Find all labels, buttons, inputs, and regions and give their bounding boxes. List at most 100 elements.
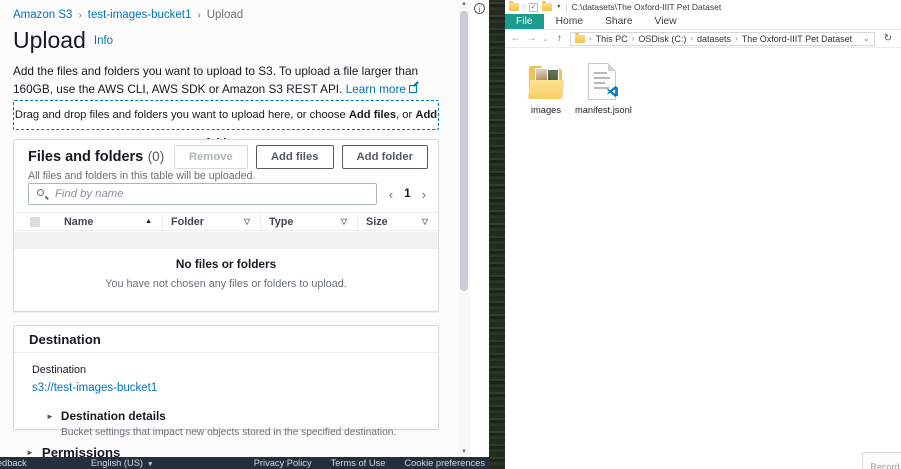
file-explorer-window: | ✓ ▼ | C:\datasets\The Oxford-IIIT Pet … [505,0,901,469]
caret-right-icon: ► [26,448,34,457]
tab-view[interactable]: View [645,14,687,29]
permissions-label: Permissions [42,445,120,457]
window-folder-icon [509,3,519,11]
ribbon-tabs: File Home Share View [505,14,901,30]
feedback-link[interactable]: Feedback [0,458,27,468]
console-footer: Feedback English (US)▼ Privacy Policy Te… [0,457,490,469]
folder-icon [519,56,573,100]
scroll-up-arrow[interactable]: ▲ [458,1,470,7]
column-header-size[interactable]: Size ▽ [357,213,438,230]
filter-icon[interactable]: ▽ [422,217,428,226]
cookie-preferences-link[interactable]: Cookie preferences [404,458,485,468]
side-gutter: i [470,0,489,457]
destination-card-header: Destination [14,326,438,353]
breadcrumb: Amazon S3 › test-images-bucket1 › Upload [13,9,243,21]
recent-locations-icon[interactable]: ⌄ [542,35,549,43]
page-number[interactable]: 1 [404,188,410,200]
page-title-text: Upload [13,27,86,53]
address-crumb-this-pc[interactable]: This PC [596,34,628,44]
remove-button[interactable]: Remove [174,145,248,169]
filter-icon[interactable]: ▽ [244,217,250,226]
column-header-type[interactable]: Type ▽ [260,213,357,230]
refresh-button[interactable]: ↻ [880,33,896,44]
info-icon[interactable]: i [474,3,485,14]
tab-share[interactable]: Share [595,14,642,29]
document-icon [588,63,616,100]
titlebar-separator: | [566,3,568,12]
empty-state: No files or folders You have not chosen … [14,257,438,290]
empty-state-message: You have not chosen any files or folders… [14,278,438,290]
table-divider-band [14,232,438,249]
previous-page-button[interactable]: ‹ [389,187,393,202]
address-bar[interactable]: › This PC › OSDisk (C:) › datasets › The… [570,32,875,46]
info-link[interactable]: Info [94,35,113,47]
crumb-separator: › [632,34,635,43]
forward-button[interactable]: → [526,33,537,44]
column-label: Size [366,216,388,228]
external-link-icon [409,85,417,93]
record-button[interactable]: Record [862,452,901,469]
learn-more-link[interactable]: Learn more [346,82,406,96]
dropzone-text: Drag and drop files and folders you want… [15,109,349,121]
quick-access-properties-icon[interactable]: ✓ [529,3,538,12]
explorer-content: images manifest.jsonl [505,48,901,468]
quick-access-new-folder-icon[interactable] [542,3,552,11]
file-item-images-folder[interactable]: images [519,56,573,115]
address-crumb-osdisk[interactable]: OSDisk (C:) [638,34,686,44]
select-all-checkbox[interactable] [30,217,40,227]
tab-home[interactable]: Home [546,14,593,29]
file-item-manifest-jsonl[interactable]: manifest.jsonl [575,56,629,115]
scrollbar-thumb[interactable] [460,11,468,291]
breadcrumb-separator: › [191,10,206,21]
add-files-button[interactable]: Add files [256,145,334,169]
file-item-label: images [519,105,573,115]
search-input[interactable] [29,184,376,204]
crumb-separator: › [589,34,592,43]
destination-details-description: Bucket settings that impact new objects … [61,427,420,438]
breadcrumb-amazon-s3[interactable]: Amazon S3 [13,9,72,21]
files-card-actions: Remove Add files Add folder [174,145,428,169]
column-label: Folder [171,216,204,228]
page-scrollbar[interactable]: ▲ ▼ [458,0,470,457]
address-dropdown-icon[interactable]: ⌄ [863,34,870,43]
tab-file[interactable]: File [505,14,544,29]
destination-card-body: Destination s3://test-images-bucket1 ► D… [14,353,438,438]
files-and-folders-card: Files and folders (0) All files and fold… [13,139,439,312]
quick-access-toolbar-caret-icon[interactable]: ▼ [556,4,561,10]
column-header-folder[interactable]: Folder ▽ [162,213,260,230]
terms-of-use-link[interactable]: Terms of Use [331,458,386,468]
destination-card: Destination Destination s3://test-images… [13,325,439,430]
destination-details-expander[interactable]: ► Destination details [46,409,420,423]
add-folder-button[interactable]: Add folder [342,145,428,169]
address-crumb-current-folder[interactable]: The Oxford-IIIT Pet Dataset [742,34,852,44]
destination-label: Destination [32,364,420,376]
breadcrumb-bucket[interactable]: test-images-bucket1 [88,9,192,21]
navigation-bar: ← → ⌄ ↑ › This PC › OSDisk (C:) › datase… [505,30,901,48]
destination-bucket-link[interactable]: s3://test-images-bucket1 [32,382,157,394]
caret-right-icon: ► [46,412,54,421]
back-button[interactable]: ← [510,33,521,44]
language-label: English (US) [91,458,143,468]
address-crumb-datasets[interactable]: datasets [697,34,731,44]
next-page-button[interactable]: › [422,187,426,202]
language-selector[interactable]: English (US)▼ [91,458,154,468]
column-header-name[interactable]: Name ▲ [56,213,162,230]
files-card-subtitle: All files and folders in this table will… [28,170,428,182]
files-count: (0) [148,149,165,164]
drag-drop-zone[interactable]: Drag and drop files and folders you want… [13,100,439,130]
privacy-policy-link[interactable]: Privacy Policy [254,458,312,468]
pagination: ‹ 1 › [385,187,430,202]
crumb-separator: › [735,34,738,43]
sort-ascending-icon[interactable]: ▲ [145,218,152,225]
address-folder-icon [575,35,585,43]
scroll-down-arrow[interactable]: ▼ [458,449,470,455]
window-title-path: C:\datasets\The Oxford-IIIT Pet Dataset [572,2,722,12]
files-card-title: Files and folders [28,149,143,165]
dropzone-add-files-text: Add files [349,109,396,121]
up-button[interactable]: ↑ [554,33,565,44]
column-label: Name [64,216,93,228]
filter-icon[interactable]: ▽ [341,217,347,226]
explorer-title-bar: | ✓ ▼ | C:\datasets\The Oxford-IIIT Pet … [505,0,901,14]
file-item-label: manifest.jsonl [575,105,629,115]
permissions-expander[interactable]: ► Permissions [26,445,120,457]
